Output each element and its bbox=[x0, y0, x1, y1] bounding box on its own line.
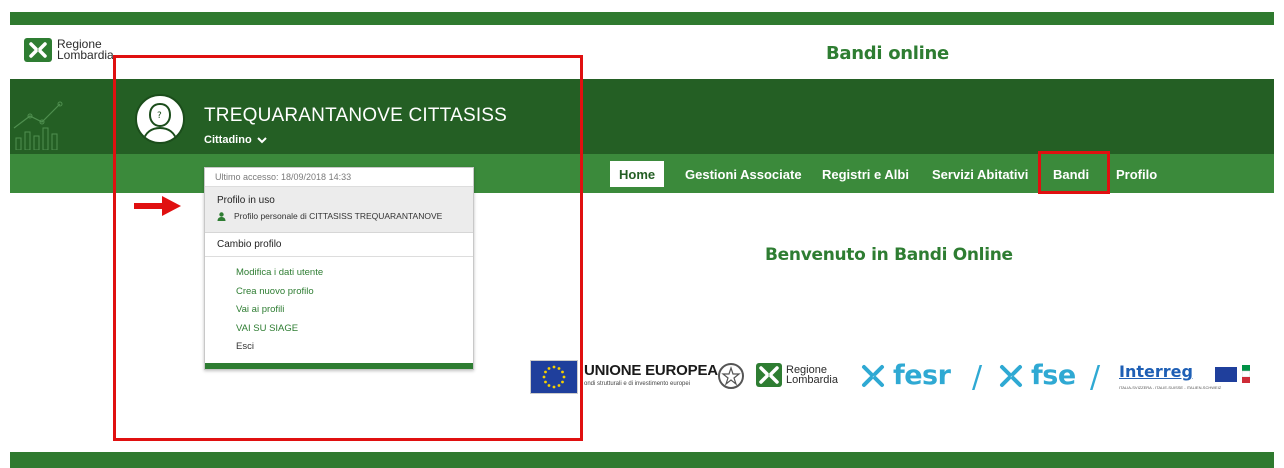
regione-lombardia-sponsor-logo: Regione Lombardia bbox=[756, 363, 838, 387]
nav-tab-gestioni-associate[interactable]: Gestioni Associate bbox=[676, 161, 811, 187]
chart-decoration-icon bbox=[13, 101, 63, 150]
annotation-red-box-profile bbox=[113, 55, 583, 441]
nav-tab-home[interactable]: Home bbox=[610, 161, 665, 187]
logo-text: Regione Lombardia bbox=[57, 38, 114, 62]
fesr-label: fesr bbox=[893, 360, 951, 391]
interreg-subtitle: ITALIA-SVIZZERA - ITALIE-SUISSE - ITALIE… bbox=[1119, 385, 1222, 390]
sponsor-separator: / bbox=[972, 360, 983, 395]
welcome-heading: Benvenuto in Bandi Online bbox=[765, 245, 1013, 265]
regione-lombardia-mark-icon bbox=[24, 38, 52, 62]
nav-tab-registri-e-albi[interactable]: Registri e Albi bbox=[813, 161, 918, 187]
site-title[interactable]: Bandi online bbox=[826, 43, 949, 64]
fesr-logo: fesr bbox=[860, 360, 951, 391]
interreg-label: Interreg bbox=[1119, 362, 1193, 381]
eu-flag-icon bbox=[530, 360, 578, 394]
fse-label: fse bbox=[1031, 360, 1076, 391]
fesr-mark-icon bbox=[862, 364, 884, 387]
fse-mark-icon bbox=[1000, 364, 1022, 387]
nav-tab-profilo[interactable]: Profilo bbox=[1107, 161, 1166, 187]
sponsor-logos-bar: UNIONE EUROPEA ondi strutturali e di inv… bbox=[530, 358, 1258, 396]
italian-shield-icon bbox=[1242, 365, 1250, 383]
regione-lombardia-logo[interactable]: Regione Lombardia bbox=[24, 38, 114, 62]
sponsor-separator-2: / bbox=[1090, 360, 1101, 395]
italian-republic-emblem-icon bbox=[718, 363, 744, 389]
regione-lombardia-sponsor-mark-icon bbox=[756, 363, 782, 387]
rl-sponsor-text: Regione Lombardia bbox=[786, 365, 838, 386]
nav-tab-servizi-abitativi[interactable]: Servizi Abitativi bbox=[923, 161, 1037, 187]
fse-logo: fse bbox=[998, 360, 1076, 391]
rl-sponsor-line-2: Lombardia bbox=[786, 374, 838, 386]
logo-line-2: Lombardia bbox=[57, 48, 114, 62]
eu-title: UNIONE EUROPEA bbox=[584, 362, 718, 379]
annotation-red-box-bandi bbox=[1038, 151, 1110, 194]
annotation-red-arrow-icon bbox=[134, 196, 181, 216]
bottom-green-strip bbox=[10, 452, 1274, 468]
top-green-strip bbox=[10, 12, 1274, 25]
interreg-eu-flag-icon bbox=[1215, 367, 1237, 382]
eu-subtitle: ondi strutturali e di investimento europ… bbox=[584, 381, 691, 387]
